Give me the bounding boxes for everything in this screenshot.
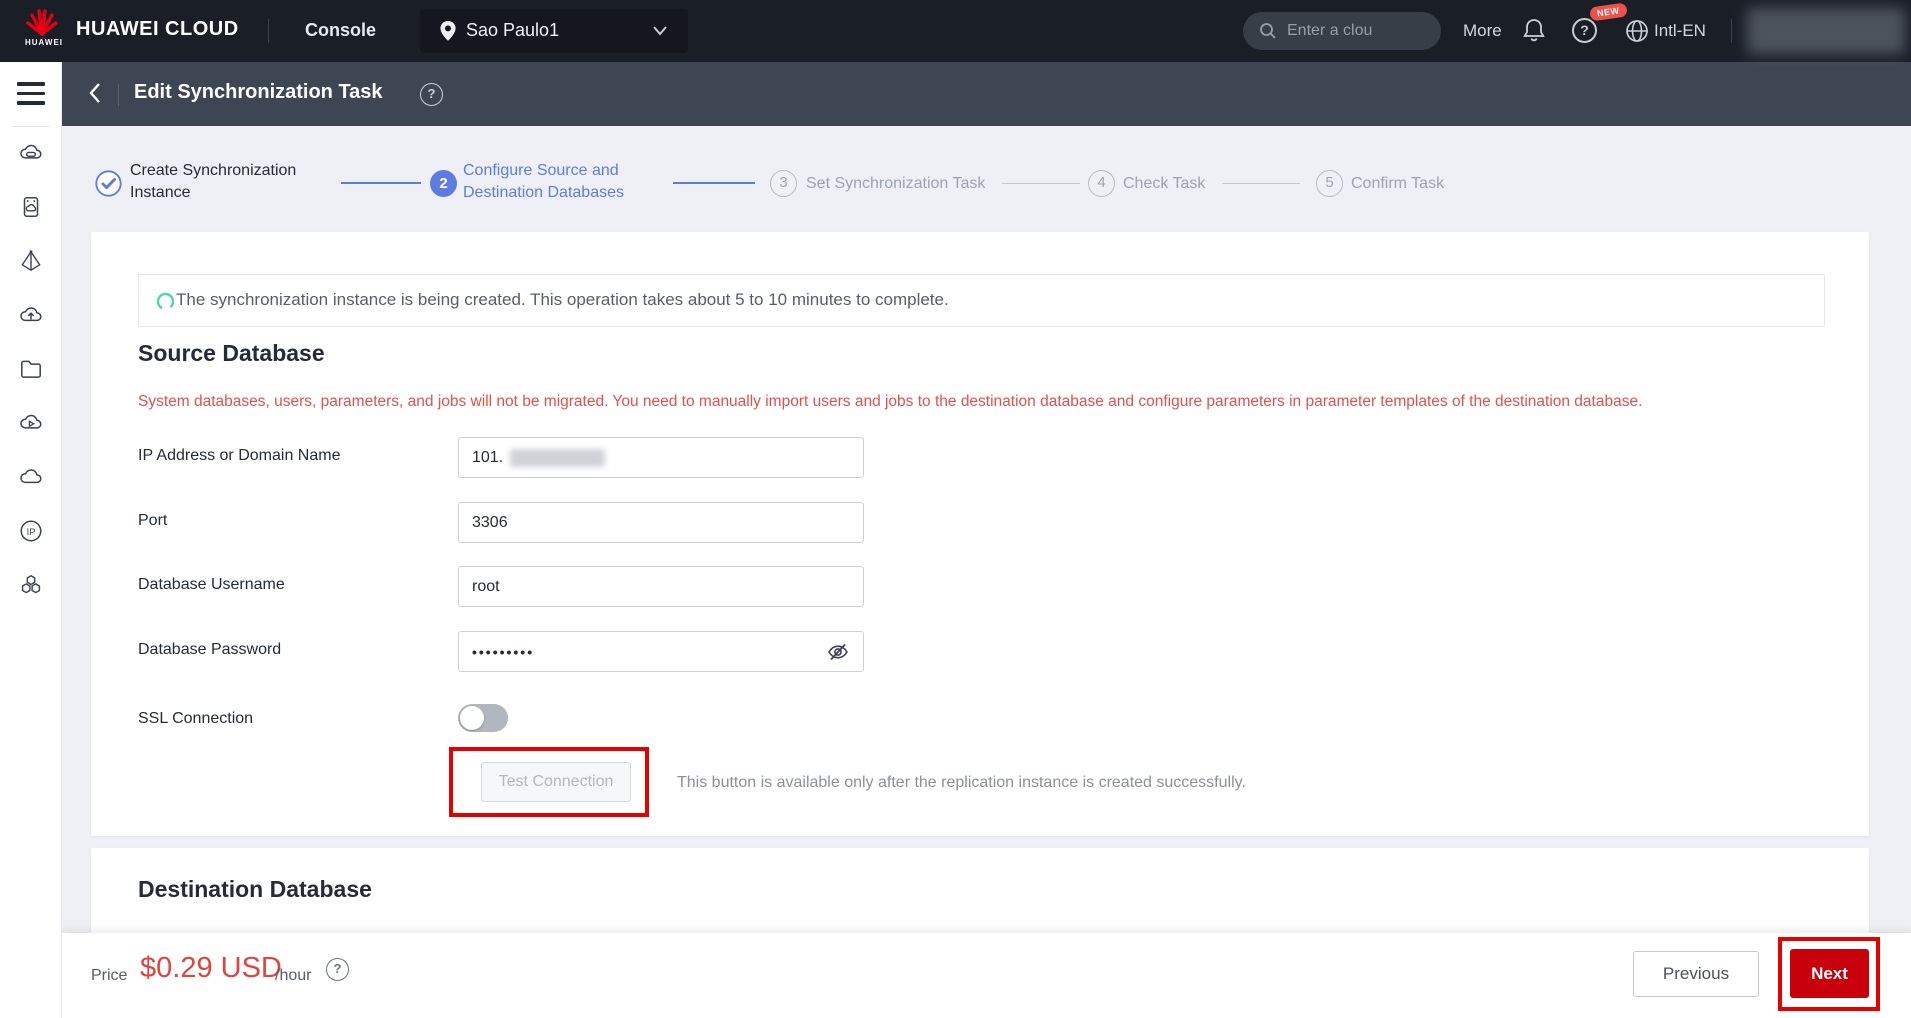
toggle-knob [460,706,484,730]
wizard-connector [341,182,421,184]
wizard-connector [1002,183,1080,184]
account-area-blurred[interactable] [1747,8,1905,54]
destination-database-card: Destination Database [91,848,1869,936]
location-pin-icon [438,20,458,42]
destination-db-heading: Destination Database [138,876,372,903]
cloud-upload-icon[interactable] [18,302,44,328]
menu-icon[interactable] [17,82,45,106]
annotation-box-test-connection [449,747,649,817]
ip-icon[interactable]: IP [18,518,44,544]
eye-off-icon[interactable] [826,640,850,664]
wizard-connector [1222,183,1300,184]
cloud-icon[interactable] [18,464,44,490]
title-bar: Edit Synchronization Task ? [62,62,1911,126]
header-divider [268,19,269,43]
search-icon [1259,22,1277,40]
step4-circle: 4 [1088,170,1115,197]
ssl-label: SSL Connection [138,710,253,728]
footer-bar: Price $0.29 USD /hour ? Previous Next [62,933,1911,1018]
huawei-flower-icon [22,7,62,37]
folder-icon[interactable] [18,356,44,382]
cloud-server-icon[interactable] [18,140,44,166]
password-input[interactable] [458,631,864,672]
price-value: $0.29 USD [140,952,282,985]
step1-label: Create Synchronization Instance [130,160,296,204]
drs-edit-sync-task-page: HUAWEI HUAWEI CLOUD Console Sao Paulo1 M… [0,0,1911,1018]
username-label: Database Username [138,576,285,594]
top-header: HUAWEI HUAWEI CLOUD Console Sao Paulo1 M… [0,0,1911,62]
sidebar-divider [12,126,50,127]
huawei-logo-text: HUAWEI [22,38,66,47]
cloud-play-icon[interactable] [18,410,44,436]
new-badge: NEW [1589,3,1627,22]
step2-label: Configure Source and Destination Databas… [463,160,624,204]
globe-icon[interactable] [1625,19,1649,43]
region-name: Sao Paulo1 [466,20,559,41]
page-title: Edit Synchronization Task [134,81,383,104]
search-input[interactable] [1287,12,1432,50]
step5-label: Confirm Task [1351,175,1444,193]
storage-icon[interactable] [18,194,44,220]
ip-value-blurred [510,449,605,467]
cluster-icon[interactable] [18,572,44,598]
back-icon[interactable] [88,82,102,104]
language-selector[interactable]: Intl-EN [1654,21,1706,41]
title-divider [118,84,119,106]
page-help-icon[interactable]: ? [420,83,443,106]
price-help-icon[interactable]: ? [326,958,349,981]
more-menu[interactable]: More [1463,21,1502,41]
loading-spinner-icon [156,292,175,311]
test-connection-hint: This button is available only after the … [677,774,1246,792]
annotation-box-next [1778,937,1880,1011]
price-unit: /hour [275,967,311,985]
ssl-toggle[interactable] [458,704,508,732]
step3-label: Set Synchronization Task [806,175,985,193]
wizard-connector [673,182,755,184]
cloud-search[interactable] [1243,12,1441,50]
previous-button[interactable]: Previous [1633,951,1759,997]
bell-icon[interactable] [1522,18,1546,44]
svg-text:IP: IP [27,527,36,537]
price-label: Price [91,967,127,985]
console-link[interactable]: Console [305,20,376,41]
huawei-logo[interactable]: HUAWEI [22,7,66,55]
port-input[interactable] [458,502,864,543]
header-divider [1731,19,1732,43]
step4-label: Check Task [1123,175,1205,193]
migration-warning-text: System databases, users, parameters, and… [138,393,1642,411]
notice-text: The synchronization instance is being cr… [176,290,949,310]
username-input[interactable] [458,566,864,607]
left-sidebar: IP [0,62,62,1018]
chevron-down-icon[interactable] [652,25,668,37]
step3-circle: 3 [770,170,797,197]
port-label: Port [138,512,167,530]
step5-circle: 5 [1316,170,1343,197]
help-icon[interactable]: ? [1572,18,1597,43]
password-label: Database Password [138,641,281,659]
step1-check-icon [95,170,122,197]
brand-name: HUAWEI CLOUD [76,18,239,41]
ip-label: IP Address or Domain Name [138,447,340,465]
pyramid-icon[interactable] [18,248,44,274]
step2-circle: 2 [430,170,457,197]
source-db-heading: Source Database [138,340,325,367]
